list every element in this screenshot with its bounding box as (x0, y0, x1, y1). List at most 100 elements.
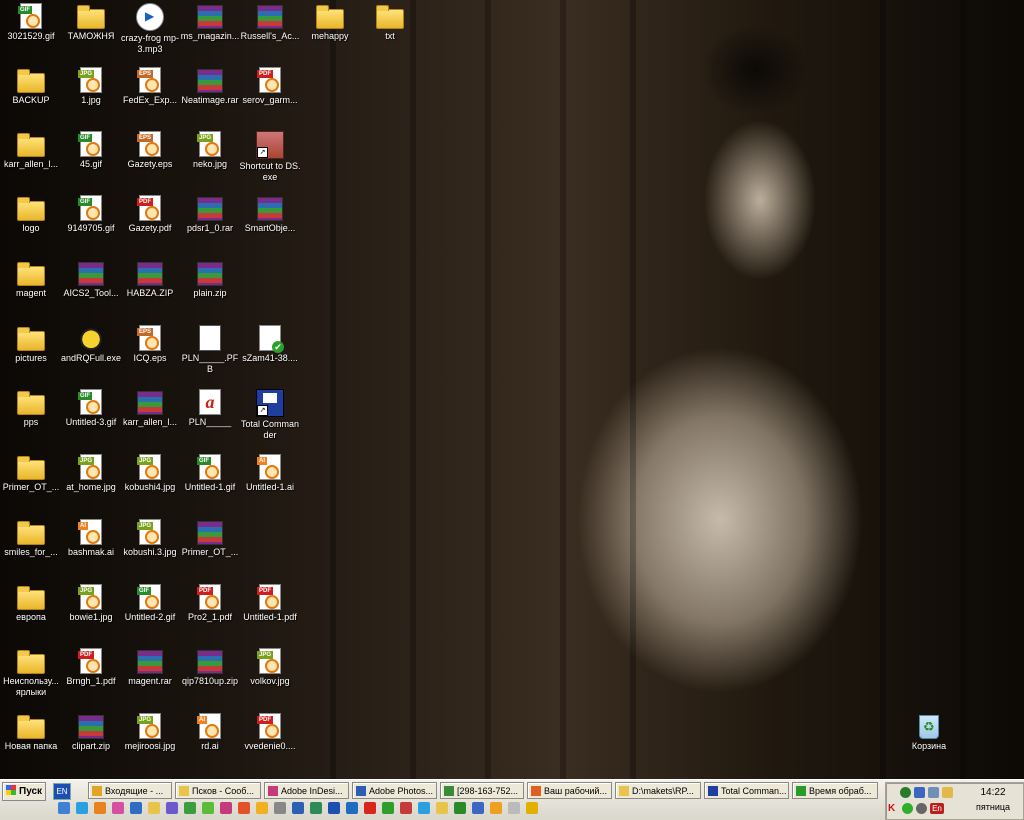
desktop-icon[interactable]: mehappy (299, 3, 361, 42)
desktop[interactable]: GIF 3021529.gif ТАМОЖНЯ crazy-frog mp-3.mp3… (0, 0, 1024, 779)
desktop-icon[interactable]: AI rd.ai (179, 713, 241, 752)
desktop-icon[interactable]: a PLN_____ (179, 389, 241, 428)
desktop-icon[interactable]: sZam41-38.... (239, 325, 301, 364)
taskbar-task-button[interactable]: D:\makets\RP... (615, 782, 701, 799)
desktop-icon[interactable]: JPG neko.jpg (179, 131, 241, 170)
quick-launch-winrar-icon[interactable] (490, 802, 502, 814)
tray-lang-icon[interactable]: En (930, 803, 944, 814)
desktop-icon[interactable]: PDF Gazety.pdf (119, 195, 181, 234)
desktop-icon[interactable]: magent.rar (119, 648, 181, 687)
desktop-icon[interactable]: PDF serov_garm... (239, 67, 301, 106)
desktop-icon[interactable]: crazy-frog mp-3.mp3 (119, 3, 181, 55)
desktop-icon[interactable]: PLN_____.PFB (179, 325, 241, 375)
quick-launch-opera-icon[interactable] (238, 802, 250, 814)
quick-launch-desktop-icon[interactable] (58, 802, 70, 814)
desktop-icon[interactable]: ms_magazin... (179, 3, 241, 42)
desktop-icon[interactable]: JPG 1.jpg (60, 67, 122, 106)
quick-launch-photoshop-icon[interactable] (130, 802, 142, 814)
desktop-icon[interactable]: ↗ Total Commander (239, 389, 301, 441)
desktop-icon[interactable]: Неиспользу... ярлыки (0, 648, 62, 698)
desktop-icon[interactable]: JPG bowie1.jpg (60, 584, 122, 623)
quick-launch-firefox-icon[interactable] (94, 802, 106, 814)
desktop-icon[interactable]: Primer_OT_... (179, 519, 241, 558)
desktop-icon[interactable]: JPG volkov.jpg (239, 648, 301, 687)
quick-launch-illustrator-icon[interactable] (220, 802, 232, 814)
quick-launch-winamp-icon[interactable] (256, 802, 268, 814)
desktop-icon[interactable]: EPS FedEx_Exp... (119, 67, 181, 106)
quick-launch-media-icon[interactable] (166, 802, 178, 814)
desktop-icon[interactable]: AI Untitled-1.ai (239, 454, 301, 493)
desktop-icon[interactable]: JPG mejiroosi.jpg (119, 713, 181, 752)
desktop-icon[interactable]: andRQFull.exe (60, 325, 122, 364)
desktop-icon[interactable]: европа (0, 584, 62, 623)
desktop-icon[interactable]: clipart.zip (60, 713, 122, 752)
tray-avp-icon[interactable] (916, 803, 927, 814)
desktop-icon[interactable]: Russell's_Ac... (239, 3, 301, 42)
desktop-icon[interactable]: ТАМОЖНЯ (60, 3, 122, 42)
desktop-icon[interactable]: magent (0, 260, 62, 299)
taskbar-task-button[interactable]: Total Comman... (704, 782, 789, 799)
start-button[interactable]: Пуск (2, 782, 46, 801)
desktop-icon[interactable]: JPG at_home.jpg (60, 454, 122, 493)
quick-launch-ie-icon[interactable] (76, 802, 88, 814)
quick-launch-player-icon[interactable] (454, 802, 466, 814)
quick-launch-outlook-icon[interactable] (292, 802, 304, 814)
quick-launch-folder-icon[interactable] (148, 802, 160, 814)
quick-launch-acrobat-icon[interactable] (400, 802, 412, 814)
desktop-icon[interactable]: AICS2_Tool... (60, 260, 122, 299)
quick-launch-notes-icon[interactable] (436, 802, 448, 814)
recycle-bin-icon[interactable]: Корзина (898, 715, 960, 752)
desktop-icon[interactable]: PDF Brngh_1.pdf (60, 648, 122, 687)
desktop-icon[interactable]: pdsr1_0.rar (179, 195, 241, 234)
desktop-icon[interactable]: txt (359, 3, 421, 42)
desktop-icon[interactable]: GIF 45.gif (60, 131, 122, 170)
desktop-icon[interactable]: HABZA.ZIP (119, 260, 181, 299)
quick-launch-tray-icon[interactable] (526, 802, 538, 814)
quick-launch-messenger-icon[interactable] (418, 802, 430, 814)
tray-update-icon[interactable] (942, 787, 953, 798)
desktop-icon[interactable]: BACKUP (0, 67, 62, 106)
desktop-icon[interactable]: GIF Untitled-3.gif (60, 389, 122, 428)
quick-launch-calculator-icon[interactable] (274, 802, 286, 814)
desktop-icon[interactable]: karr_allen_l... (0, 131, 62, 170)
desktop-icon[interactable]: GIF 3021529.gif (0, 3, 62, 42)
taskbar-task-button[interactable]: Adobe Photos... (352, 782, 437, 799)
taskbar-task-button[interactable]: Входящие - ... (88, 782, 172, 799)
desktop-icon[interactable]: PDF Pro2_1.pdf (179, 584, 241, 623)
desktop-icon[interactable]: ↗ Shortcut to DS.exe (239, 131, 301, 183)
desktop-icon[interactable]: qip7810up.zip (179, 648, 241, 687)
desktop-icon[interactable]: EPS Gazety.eps (119, 131, 181, 170)
desktop-icon[interactable]: Neatimage.rar (179, 67, 241, 106)
desktop-icon[interactable]: GIF 9149705.gif (60, 195, 122, 234)
quick-launch-settings-icon[interactable] (508, 802, 520, 814)
desktop-icon[interactable]: SmartObje... (239, 195, 301, 234)
quick-launch-icq-icon[interactable] (202, 802, 214, 814)
desktop-icon[interactable]: JPG kobushi4.jpg (119, 454, 181, 493)
tray-network-icon[interactable] (914, 787, 925, 798)
tray-eye-icon[interactable] (900, 787, 911, 798)
desktop-icon[interactable]: plain.zip (179, 260, 241, 299)
taskbar-task-button[interactable]: Adobe InDesi... (264, 782, 349, 799)
taskbar-task-button[interactable]: Ваш рабочий... (527, 782, 612, 799)
desktop-icon[interactable]: GIF Untitled-2.gif (119, 584, 181, 623)
taskbar-task-button[interactable]: [298-163-752... (440, 782, 524, 799)
desktop-icon[interactable]: EPS ICQ.eps (119, 325, 181, 364)
quick-launch-mail-icon[interactable] (346, 802, 358, 814)
quick-launch-indesign-icon[interactable] (112, 802, 124, 814)
desktop-icon[interactable]: Primer_OT_... (0, 454, 62, 493)
desktop-icon[interactable]: AI bashmak.ai (60, 519, 122, 558)
desktop-icon[interactable]: JPG kobushi.3.jpg (119, 519, 181, 558)
quick-launch-network-icon[interactable] (472, 802, 484, 814)
tray-monitor-icon[interactable] (928, 787, 939, 798)
desktop-icon[interactable]: GIF Untitled-1.gif (179, 454, 241, 493)
quick-launch-excel-icon[interactable] (310, 802, 322, 814)
desktop-icon[interactable]: PDF Untitled-1.pdf (239, 584, 301, 623)
language-indicator[interactable]: EN (53, 783, 71, 800)
desktop-icon[interactable]: karr_allen_l... (119, 389, 181, 428)
desktop-icon[interactable]: pps (0, 389, 62, 428)
quick-launch-chat-icon[interactable] (382, 802, 394, 814)
quick-launch-word-icon[interactable] (328, 802, 340, 814)
desktop-icon[interactable]: Новая папка (0, 713, 62, 752)
desktop-icon[interactable]: logo (0, 195, 62, 234)
desktop-icon[interactable]: smiles_for_... (0, 519, 62, 558)
